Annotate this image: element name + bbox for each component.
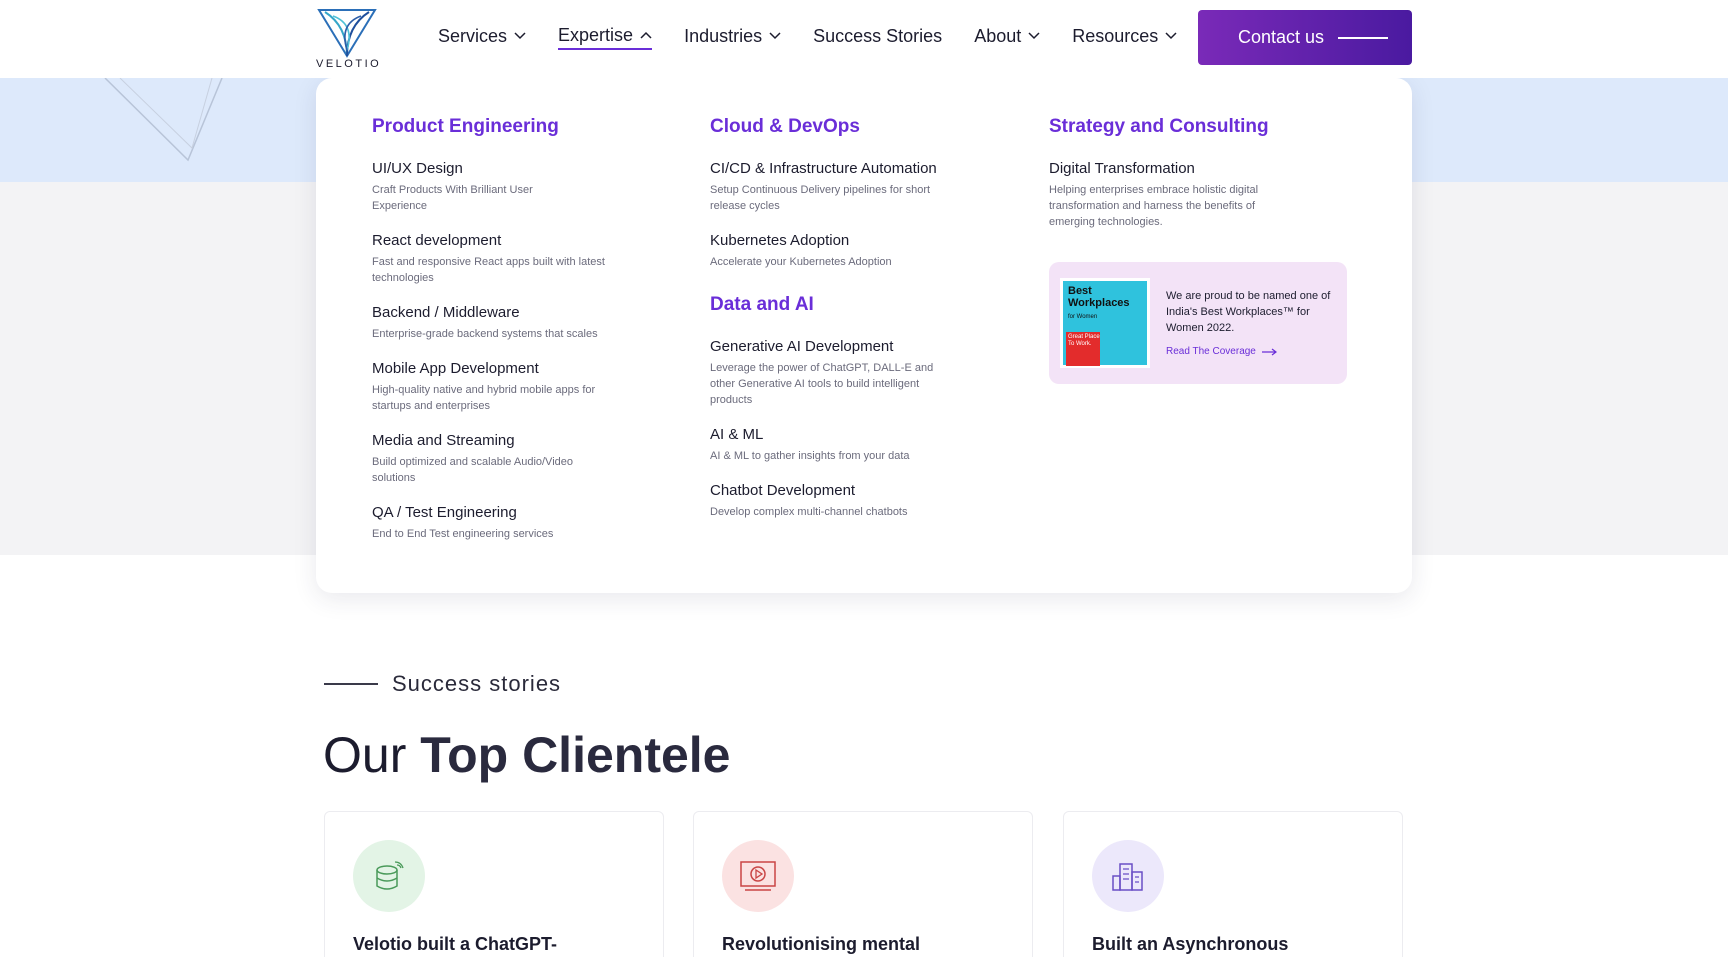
- menu-item-uiux[interactable]: UI/UX Design Craft Products With Brillia…: [372, 160, 652, 214]
- chevron-down-icon: [769, 32, 781, 40]
- award-text: We are proud to be named one of India's …: [1166, 290, 1331, 334]
- section-label: Success stories: [392, 671, 562, 696]
- badge-subtitle: for Women: [1068, 314, 1098, 320]
- item-title: Digital Transformation: [1049, 160, 1195, 177]
- cloud-devops-column: Cloud & DevOps CI/CD & Infrastructure Au…: [710, 116, 990, 538]
- nav-label: Resources: [1072, 25, 1159, 46]
- main-nav: Services Expertise Industries Success St…: [438, 22, 1209, 50]
- site-header: VELOTIO Services Expertise Industries Su…: [0, 0, 1728, 78]
- nav-label: Expertise: [558, 24, 634, 45]
- item-title: UI/UX Design: [372, 160, 463, 177]
- menu-item-digital-transformation[interactable]: Digital Transformation Helping enterpris…: [1049, 160, 1329, 230]
- item-title: Backend / Middleware: [372, 304, 520, 321]
- nav-industries[interactable]: Industries: [684, 22, 781, 50]
- column-title[interactable]: Cloud & DevOps: [710, 116, 990, 138]
- story-card[interactable]: Revolutionising mental: [693, 811, 1033, 957]
- item-desc: Accelerate your Kubernetes Adoption: [710, 256, 892, 268]
- strategy-consulting-column: Strategy and Consulting Digital Transfor…: [1049, 116, 1329, 248]
- section-divider: [324, 683, 378, 685]
- headline-bold: Top Clientele: [420, 727, 731, 783]
- item-desc: Leverage the power of ChatGPT, DALL-E an…: [710, 362, 934, 406]
- badge-red-text: Great Place To Work.: [1068, 334, 1100, 347]
- item-desc: High-quality native and hybrid mobile ap…: [372, 384, 596, 412]
- menu-item-backend[interactable]: Backend / Middleware Enterprise-grade ba…: [372, 304, 652, 342]
- badge-title: Best Workplaces: [1068, 285, 1130, 309]
- great-place-to-work-logo: Great Place To Work.: [1066, 332, 1100, 366]
- menu-item-qa[interactable]: QA / Test Engineering End to End Test en…: [372, 504, 652, 542]
- item-title: QA / Test Engineering: [372, 504, 517, 521]
- nav-label: Services: [438, 25, 508, 46]
- nav-about[interactable]: About: [974, 22, 1040, 50]
- headline-light: Our: [323, 727, 407, 783]
- chevron-down-icon: [1165, 32, 1177, 40]
- expertise-dropdown: Product Engineering UI/UX Design Craft P…: [316, 78, 1412, 593]
- link-label: Read The Coverage: [1166, 346, 1256, 357]
- menu-item-cicd[interactable]: CI/CD & Infrastructure Automation Setup …: [710, 160, 990, 214]
- menu-item-aiml[interactable]: AI & ML AI & ML to gather insights from …: [710, 426, 990, 464]
- story-card[interactable]: Velotio built a ChatGPT-: [324, 811, 664, 957]
- card-title: Velotio built a ChatGPT-: [353, 934, 558, 954]
- nav-label: Success Stories: [813, 25, 943, 46]
- item-title: React development: [372, 232, 502, 249]
- item-desc: Craft Products With Brilliant User Exper…: [372, 184, 533, 212]
- buildings-icon: [1092, 840, 1164, 912]
- item-desc: Helping enterprises embrace holistic dig…: [1049, 184, 1259, 228]
- item-title: Generative AI Development: [710, 338, 894, 355]
- chevron-down-icon: [514, 32, 526, 40]
- card-title: Built an Asynchronous: [1092, 934, 1289, 954]
- nav-label: Industries: [684, 25, 763, 46]
- item-title: Kubernetes Adoption: [710, 232, 850, 249]
- brand-name: VELOTIO: [316, 58, 382, 70]
- item-desc: AI & ML to gather insights from your dat…: [710, 450, 910, 462]
- nav-expertise[interactable]: Expertise: [558, 22, 653, 50]
- contact-label: Contact us: [1238, 27, 1325, 47]
- best-workplaces-badge: Best Workplaces for Women Great Place To…: [1060, 278, 1150, 368]
- award-card[interactable]: Best Workplaces for Women Great Place To…: [1049, 262, 1347, 384]
- chevron-up-icon: [640, 31, 652, 39]
- item-title: Chatbot Development: [710, 482, 856, 499]
- decorative-lines: [104, 78, 223, 162]
- nav-resources[interactable]: Resources: [1072, 22, 1177, 50]
- nav-services[interactable]: Services: [438, 22, 526, 50]
- card-title: Revolutionising mental: [722, 934, 921, 954]
- video-play-icon: [722, 840, 794, 912]
- nav-label: About: [974, 25, 1022, 46]
- column-title[interactable]: Strategy and Consulting: [1049, 116, 1329, 138]
- nav-success-stories[interactable]: Success Stories: [813, 22, 942, 50]
- arrow-right-icon: [1261, 348, 1277, 355]
- item-desc: End to End Test engineering services: [372, 528, 554, 540]
- menu-item-chatbot[interactable]: Chatbot Development Develop complex mult…: [710, 482, 990, 520]
- menu-item-media[interactable]: Media and Streaming Build optimized and …: [372, 432, 652, 486]
- product-engineering-column: Product Engineering UI/UX Design Craft P…: [372, 116, 652, 560]
- menu-item-genai[interactable]: Generative AI Development Leverage the p…: [710, 338, 990, 408]
- item-desc: Setup Continuous Delivery pipelines for …: [710, 184, 931, 212]
- item-title: Media and Streaming: [372, 432, 515, 449]
- menu-item-react[interactable]: React development Fast and responsive Re…: [372, 232, 652, 286]
- item-title: CI/CD & Infrastructure Automation: [710, 160, 937, 177]
- item-title: AI & ML: [710, 426, 764, 443]
- read-coverage-link[interactable]: Read The Coverage: [1166, 346, 1278, 357]
- item-title: Mobile App Development: [372, 360, 539, 377]
- story-card[interactable]: Built an Asynchronous: [1063, 811, 1403, 957]
- arrow-line-icon: [1338, 37, 1388, 39]
- section-headline: Our Top Clientele: [323, 726, 730, 784]
- menu-item-kubernetes[interactable]: Kubernetes Adoption Accelerate your Kube…: [710, 232, 990, 270]
- item-desc: Fast and responsive React apps built wit…: [372, 256, 605, 284]
- chevron-down-icon: [1028, 32, 1040, 40]
- item-desc: Build optimized and scalable Audio/Video…: [372, 456, 573, 484]
- database-wifi-icon: [353, 840, 425, 912]
- item-desc: Develop complex multi-channel chatbots: [710, 506, 908, 518]
- item-desc: Enterprise-grade backend systems that sc…: [372, 328, 598, 340]
- contact-us-button[interactable]: Contact us: [1198, 10, 1412, 65]
- column-subtitle[interactable]: Data and AI: [710, 294, 990, 316]
- menu-item-mobile[interactable]: Mobile App Development High-quality nati…: [372, 360, 652, 414]
- column-title[interactable]: Product Engineering: [372, 116, 652, 138]
